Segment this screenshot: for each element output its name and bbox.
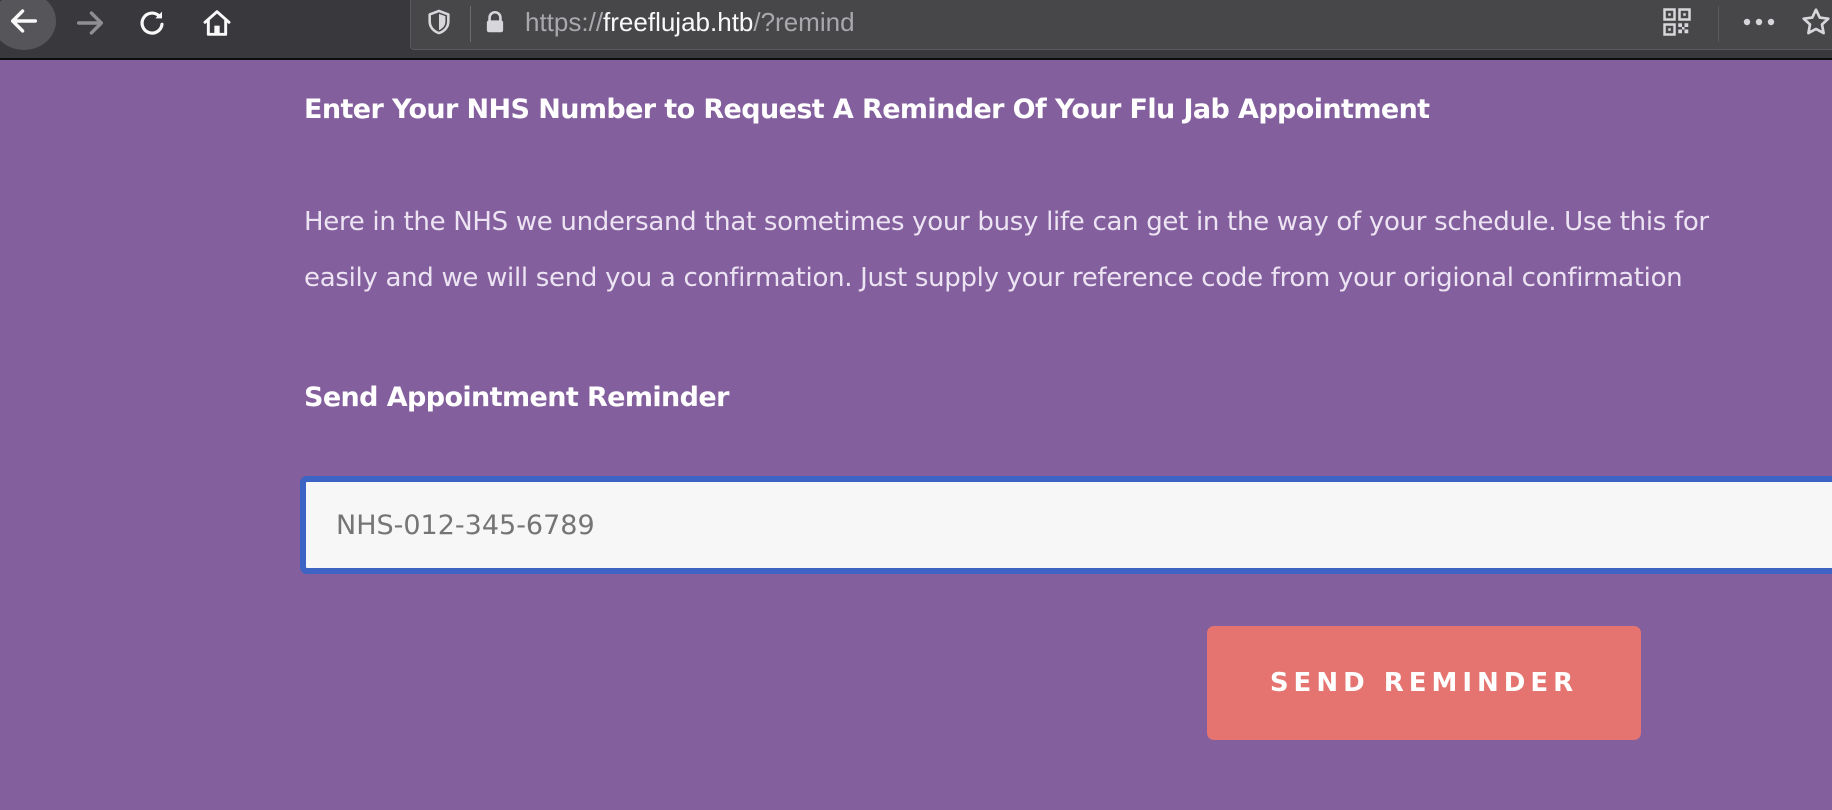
page-heading: Enter Your NHS Number to Request A Remin… — [304, 94, 1430, 125]
url-text[interactable]: https://freeflujab.htb/?remind — [525, 4, 855, 40]
shield-icon — [428, 9, 450, 35]
star-icon — [1802, 8, 1830, 35]
qr-code-button[interactable] — [1655, 2, 1699, 42]
url-path: /?remind — [753, 7, 855, 37]
form-title: Send Appointment Reminder — [304, 382, 729, 413]
lock-icon — [486, 11, 504, 33]
forward-arrow-icon — [76, 11, 104, 35]
home-icon — [203, 10, 231, 36]
url-host: freeflujab.htb — [603, 7, 754, 37]
intro-paragraph-line-2: easily and we will send you a confirmati… — [304, 263, 1683, 293]
toolbar-divider — [1718, 6, 1719, 42]
reload-button[interactable] — [128, 2, 176, 44]
forward-button[interactable] — [66, 2, 114, 44]
page-actions-button[interactable] — [1735, 2, 1783, 42]
nhs-number-input[interactable] — [300, 476, 1832, 574]
qr-code-icon — [1663, 8, 1691, 36]
url-bar-divider — [470, 6, 471, 42]
site-info-button[interactable] — [478, 2, 512, 42]
back-button[interactable] — [0, 0, 56, 50]
browser-toolbar: https://freeflujab.htb/?remind — [0, 0, 1832, 60]
tracking-protection-button[interactable] — [422, 2, 456, 42]
intro-paragraph-line-1: Here in the NHS we undersand that someti… — [304, 207, 1709, 237]
home-button[interactable] — [193, 2, 241, 44]
back-arrow-icon — [10, 9, 38, 33]
more-icon — [1743, 18, 1775, 26]
url-scheme: https:// — [525, 7, 604, 37]
reload-icon — [140, 11, 164, 35]
bookmark-button[interactable] — [1794, 2, 1832, 42]
send-reminder-button[interactable]: SEND REMINDER — [1207, 626, 1641, 740]
